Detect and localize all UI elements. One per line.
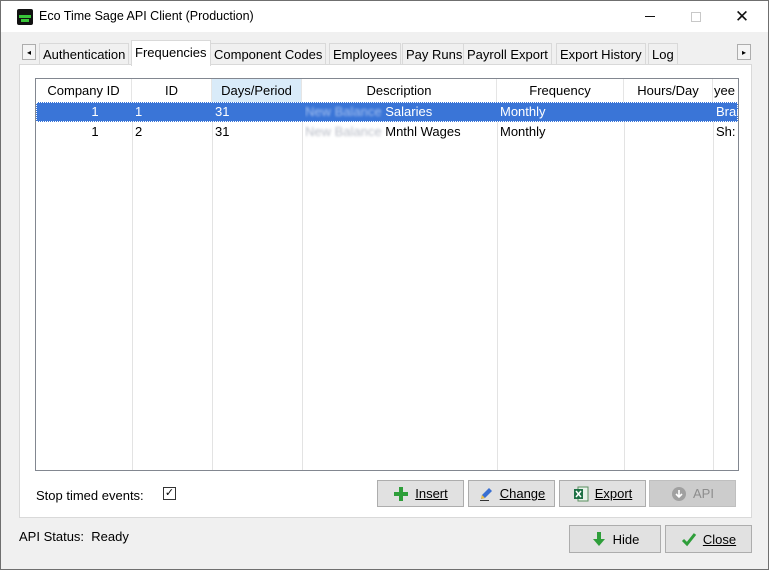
column-divider: [132, 102, 133, 470]
column-header-hours-day[interactable]: Hours/Day: [624, 79, 713, 102]
close-button[interactable]: Close: [665, 525, 752, 553]
tab-authentication[interactable]: Authentication: [39, 43, 130, 65]
arrow-down-icon: [591, 531, 607, 547]
api-status-label: API Status:: [19, 529, 85, 544]
cell-description: New Balance Salaries: [305, 102, 495, 122]
checkmark-icon: [681, 531, 697, 547]
column-header-company-id[interactable]: Company ID: [36, 79, 132, 102]
close-window-button[interactable]: ✕: [719, 1, 765, 32]
api-status: API Status: Ready: [19, 529, 129, 544]
column-header-id[interactable]: ID: [132, 79, 212, 102]
cell-id: 2: [135, 124, 143, 139]
cell-hours-day: [627, 122, 711, 142]
tab-scroll-right-button[interactable]: ▸: [737, 44, 751, 60]
minimize-button[interactable]: [627, 1, 673, 32]
main-window: Eco Time Sage API Client (Production) ✕ …: [0, 0, 769, 570]
cloud-download-icon: [671, 486, 687, 502]
pencil-icon: [478, 486, 494, 502]
chevron-right-icon: ▸: [741, 47, 746, 57]
close-icon: ✕: [734, 6, 750, 26]
hide-button-label: Hide: [612, 531, 640, 547]
cell-hours-day: [627, 102, 711, 122]
cell-frequency: Monthly: [500, 124, 546, 139]
minimize-icon: [645, 16, 655, 17]
column-header-frequency[interactable]: Frequency: [497, 79, 624, 102]
cell-days-period: 31: [215, 104, 230, 119]
close-button-label: Close: [702, 531, 737, 547]
column-divider: [302, 102, 303, 470]
cell-employee: Brai: [716, 104, 739, 119]
tab-pay-runs[interactable]: Pay Runs: [402, 43, 467, 65]
hide-button[interactable]: Hide: [569, 525, 661, 553]
column-header-employee[interactable]: yee: [713, 79, 738, 102]
plus-icon: [393, 486, 409, 502]
redacted-text: New Balance: [305, 124, 382, 139]
tab-strip: ◂ Authentication Frequencies Component C…: [17, 40, 754, 66]
chevron-left-icon: ◂: [26, 47, 31, 57]
cell-id: 1: [135, 104, 143, 119]
column-divider: [624, 102, 625, 470]
change-button-label: Change: [499, 486, 546, 501]
excel-icon: [573, 486, 589, 502]
column-header-days-period[interactable]: Days/Period: [212, 79, 302, 102]
api-button-label: API: [693, 486, 714, 501]
description-text: Salaries: [385, 104, 433, 119]
tab-component-codes[interactable]: Component Codes: [210, 43, 327, 65]
cell-employee: Sh:: [716, 124, 736, 139]
tab-scroll-left-button[interactable]: ◂: [22, 44, 36, 60]
title-bar: Eco Time Sage API Client (Production) ✕: [1, 1, 768, 32]
column-header-description[interactable]: Description: [302, 79, 497, 102]
change-button[interactable]: Change: [468, 480, 555, 507]
insert-button-label: Insert: [415, 486, 448, 501]
column-divider: [212, 102, 213, 470]
column-divider: [497, 102, 498, 470]
frequencies-grid[interactable]: Company ID ID Days/Period Description Fr…: [35, 78, 739, 471]
api-status-value: Ready: [91, 529, 129, 544]
column-divider: [713, 102, 714, 470]
redacted-text: New Balance: [305, 104, 382, 119]
insert-button[interactable]: Insert: [377, 480, 464, 507]
table-row[interactable]: 1 2 31 New Balance Mnthl Wages Monthly S…: [36, 122, 738, 142]
table-row[interactable]: 1 1 31 New Balance Salaries Monthly Brai: [36, 102, 738, 122]
description-text: Mnthl Wages: [385, 124, 461, 139]
stop-timed-events-checkbox[interactable]: ✓: [163, 487, 176, 500]
stop-timed-events-label: Stop timed events:: [36, 488, 144, 503]
tab-employees[interactable]: Employees: [329, 43, 402, 65]
grid-header: Company ID ID Days/Period Description Fr…: [36, 79, 738, 102]
checkmark-icon: ✓: [164, 487, 175, 499]
export-button-label: Export: [594, 486, 633, 501]
tab-frequencies[interactable]: Frequencies: [131, 40, 211, 66]
tab-export-history[interactable]: Export History: [556, 43, 646, 65]
frequencies-panel: Company ID ID Days/Period Description Fr…: [19, 64, 752, 518]
maximize-icon: [691, 11, 701, 22]
cell-description: New Balance Mnthl Wages: [305, 122, 495, 142]
tab-log[interactable]: Log: [648, 43, 678, 65]
cell-days-period: 31: [215, 124, 230, 139]
cell-frequency: Monthly: [500, 104, 546, 119]
export-button[interactable]: Export: [559, 480, 646, 507]
window-title: Eco Time Sage API Client (Production): [39, 9, 254, 23]
app-logo-icon: [17, 9, 33, 25]
maximize-button: [673, 1, 719, 32]
api-button: API: [649, 480, 736, 507]
tab-payroll-export[interactable]: Payroll Export: [463, 43, 552, 65]
